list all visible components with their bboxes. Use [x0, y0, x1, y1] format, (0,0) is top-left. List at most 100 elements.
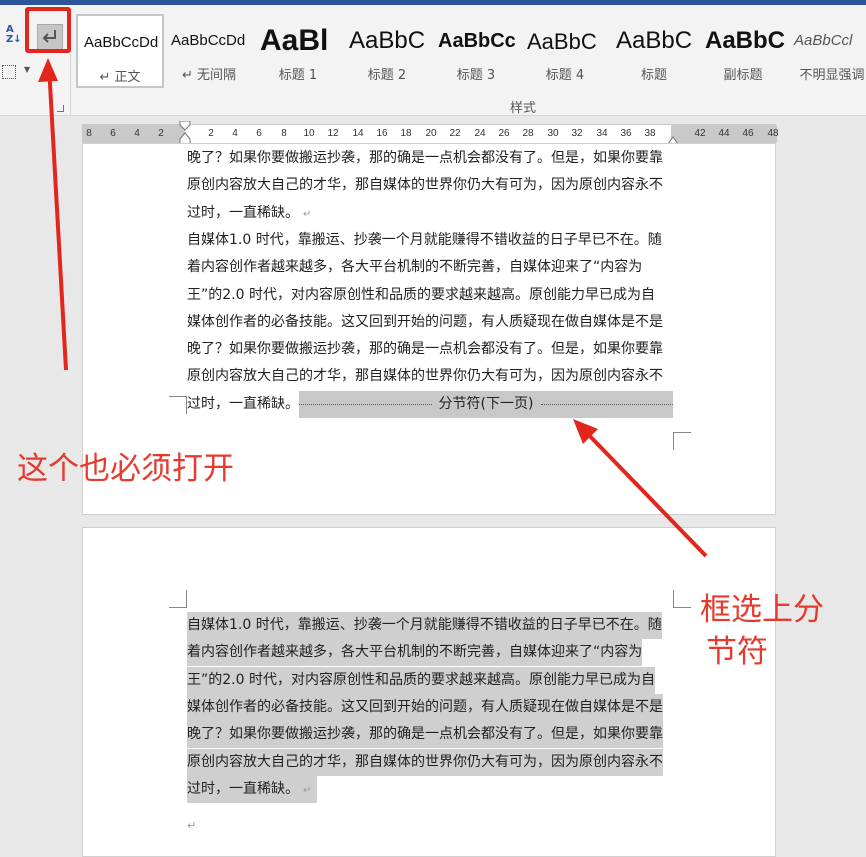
text-line[interactable]: 过时，一直稀缺。 ↵	[187, 775, 318, 803]
text-line[interactable]: 自媒体1.0 时代，靠搬运、抄袭一个月就能赚得不错收益的日子早已不在。随	[187, 612, 662, 639]
borders-icon[interactable]	[2, 65, 16, 79]
style-sample: AaBbC	[705, 27, 786, 54]
text-line[interactable]: 晚了？如果你要做搬运抄袭，那的确是一点机会都没有了。但是，如果你要靠	[187, 336, 663, 363]
style-name: ↵ 无间隔	[181, 68, 237, 83]
ruler-tick: 18	[400, 128, 412, 139]
text-line[interactable]: 原创内容放大自己的才华，那自媒体的世界你仍大有可为，因为原创内容永不	[187, 172, 663, 199]
paragraph-mark: ↵	[303, 208, 312, 220]
ruler-tick: 30	[547, 128, 559, 139]
style-item[interactable]: AaBbCcl 不明显强调	[788, 14, 866, 88]
annotation-open-marks: 这个也必须打开	[17, 451, 234, 487]
style-item[interactable]: AaBbC 副标题	[699, 14, 787, 88]
text-line-content: 媒体创作者的必备技能。这又回到开始的问题，有人质疑现在做自媒体是不是	[187, 698, 663, 715]
ruler-tick: 8	[86, 128, 92, 139]
ruler-tick: 4	[232, 128, 238, 139]
ruler-tick: 38	[644, 128, 656, 139]
style-sample: AaBbC	[527, 29, 597, 54]
ruler-tick: 36	[620, 128, 632, 139]
text-line[interactable]: 王”的2.0 时代，对内容原创性和品质的要求越来越高。原创能力早已成为自	[187, 666, 655, 694]
text-line-content: 晚了？如果你要做搬运抄袭，那的确是一点机会都没有了。但是，如果你要靠	[187, 726, 663, 743]
ruler-tick: 34	[596, 128, 608, 139]
style-sample: AaBl	[260, 24, 329, 57]
style-sample: AaBbC	[616, 27, 693, 54]
dialog-launcher-icon[interactable]	[57, 105, 64, 112]
text-line[interactable]: 着内容创作者越来越多，各大平台机制的不断完善，自媒体迎来了“内容为	[187, 254, 642, 281]
section-break-next-page[interactable]: 分节符(下一页)	[299, 391, 673, 418]
crop-mark	[673, 590, 691, 608]
ruler-tick: 44	[718, 128, 730, 139]
style-sample: AaBbCc	[438, 30, 516, 52]
ruler-tick: 22	[449, 128, 461, 139]
style-name: 副标题	[723, 68, 763, 83]
style-sample: AaBbCcDd	[84, 34, 159, 51]
text-line-content: 过时，一直稀缺。	[187, 780, 299, 797]
text-line[interactable]: 晚了？如果你要做搬运抄袭，那的确是一点机会都没有了。但是，如果你要靠	[187, 721, 663, 749]
style-sample: AaBbCcl	[794, 32, 853, 49]
style-name: 不明显强调	[799, 68, 865, 83]
ruler-tick: 46	[742, 128, 754, 139]
paragraph-mark: ↵	[303, 784, 312, 796]
ruler-tick: 24	[474, 128, 486, 139]
annotation-select-break-1: 框选上分	[700, 592, 824, 628]
text-line-content: 媒体创作者的必备技能。这又回到开始的问题，有人质疑现在做自媒体是不是	[187, 313, 663, 330]
styles-group-label: 样式	[510, 101, 537, 116]
text-line[interactable]: 过时，一直稀缺。 ↵	[187, 200, 311, 227]
annotation-highlight-box	[25, 7, 71, 53]
style-name: 标题 1	[278, 68, 318, 83]
style-name: 标题 4	[545, 68, 585, 83]
style-item[interactable]: AaBbCcDd ↵ 无间隔	[165, 14, 253, 88]
text-line[interactable]: 原创内容放大自己的才华，那自媒体的世界你仍大有可为，因为原创内容永不	[187, 363, 663, 390]
style-item[interactable]: AaBbC 标题	[610, 14, 698, 88]
ruler-tick: 4	[134, 128, 140, 139]
ruler-tick: 6	[110, 128, 116, 139]
text-line[interactable]: 晚了？如果你要做搬运抄袭，那的确是一点机会都没有了。但是，如果你要靠	[187, 145, 663, 172]
section-break-dots	[541, 404, 673, 405]
text-line-content: 过时，一直稀缺。	[187, 395, 299, 412]
style-item[interactable]: AaBbC 标题 2	[343, 14, 431, 88]
style-sample: AaBbCcDd	[171, 32, 246, 49]
ruler-tick: 10	[303, 128, 315, 139]
text-line[interactable]: 着内容创作者越来越多，各大平台机制的不断完善，自媒体迎来了“内容为	[187, 639, 643, 667]
text-line[interactable]: 过时，一直稀缺。	[187, 391, 299, 418]
ruler-tick: 8	[281, 128, 287, 139]
text-line-content: 自媒体1.0 时代，靠搬运、抄袭一个月就能赚得不错收益的日子早已不在。随	[187, 231, 662, 248]
style-name: 标题 2	[367, 68, 407, 83]
text-line-content: 王”的2.0 时代，对内容原创性和品质的要求越来越高。原创能力早已成为自	[187, 671, 655, 688]
ruler-tick: 2	[158, 128, 164, 139]
text-line-content: 着内容创作者越来越多，各大平台机制的不断完善，自媒体迎来了“内容为	[187, 259, 643, 276]
style-name: ↵ 正文	[99, 70, 141, 85]
style-item[interactable]: AaBbCcDd ↵ 正文	[76, 14, 164, 88]
text-line-content: 过时，一直稀缺。	[187, 204, 299, 221]
crop-mark	[169, 396, 187, 414]
text-line-content: 原创内容放大自己的才华，那自媒体的世界你仍大有可为，因为原创内容永不	[187, 753, 663, 770]
ruler-tick: 14	[352, 128, 364, 139]
ruler-tick: 6	[256, 128, 262, 139]
text-line[interactable]: 自媒体1.0 时代，靠搬运、抄袭一个月就能赚得不错收益的日子早已不在。随	[187, 227, 662, 254]
ribbon: A Z↓ ▼ AaBbCcDd ↵ 正文 AaBbCcDd ↵ 无间隔 AaBl 标题 1A…	[0, 5, 866, 116]
style-name: 标题 3	[456, 68, 496, 83]
text-line[interactable]: 王”的2.0 时代，对内容原创性和品质的要求越来越高。原创能力早已成为自	[187, 282, 655, 309]
ruler-tick: 12	[327, 128, 339, 139]
sort-az-icon[interactable]: A Z↓	[6, 25, 22, 45]
text-line-content: 原创内容放大自己的才华，那自媒体的世界你仍大有可为，因为原创内容永不	[187, 177, 663, 194]
text-line-content: 自媒体1.0 时代，靠搬运、抄袭一个月就能赚得不错收益的日子早已不在。随	[187, 617, 662, 633]
style-item[interactable]: AaBbC 标题 4	[521, 14, 609, 88]
text-line-content: 晚了？如果你要做搬运抄袭，那的确是一点机会都没有了。但是，如果你要靠	[187, 150, 663, 166]
text-line[interactable]: 原创内容放大自己的才华，那自媒体的世界你仍大有可为，因为原创内容永不	[187, 748, 663, 776]
ruler-tick: 32	[571, 128, 583, 139]
text-line[interactable]: 媒体创作者的必备技能。这又回到开始的问题，有人质疑现在做自媒体是不是	[187, 693, 663, 721]
text-line-content: 晚了？如果你要做搬运抄袭，那的确是一点机会都没有了。但是，如果你要靠	[187, 341, 663, 358]
style-name: 标题	[640, 68, 667, 83]
empty-paragraph-mark[interactable]: ↵	[187, 812, 196, 839]
ruler-tick: 16	[376, 128, 388, 139]
horizontal-ruler[interactable]: 8 6 4 2 2 4 6 8 10 12 14 16 18 20 22 24 26 28 30 32 34 36 38 42…	[82, 121, 779, 147]
ruler-tick: 28	[522, 128, 534, 139]
crop-mark	[169, 590, 187, 608]
text-line[interactable]: 媒体创作者的必备技能。这又回到开始的问题，有人质疑现在做自媒体是不是	[187, 309, 663, 336]
ruler-tick: 42	[694, 128, 706, 139]
style-item[interactable]: AaBl 标题 1	[254, 14, 342, 88]
text-line-content: 王”的2.0 时代，对内容原创性和品质的要求越来越高。原创能力早已成为自	[187, 286, 655, 303]
chevron-down-icon[interactable]: ▼	[24, 65, 30, 74]
style-sample: AaBbC	[349, 27, 426, 54]
style-item[interactable]: AaBbCc 标题 3	[432, 14, 520, 88]
